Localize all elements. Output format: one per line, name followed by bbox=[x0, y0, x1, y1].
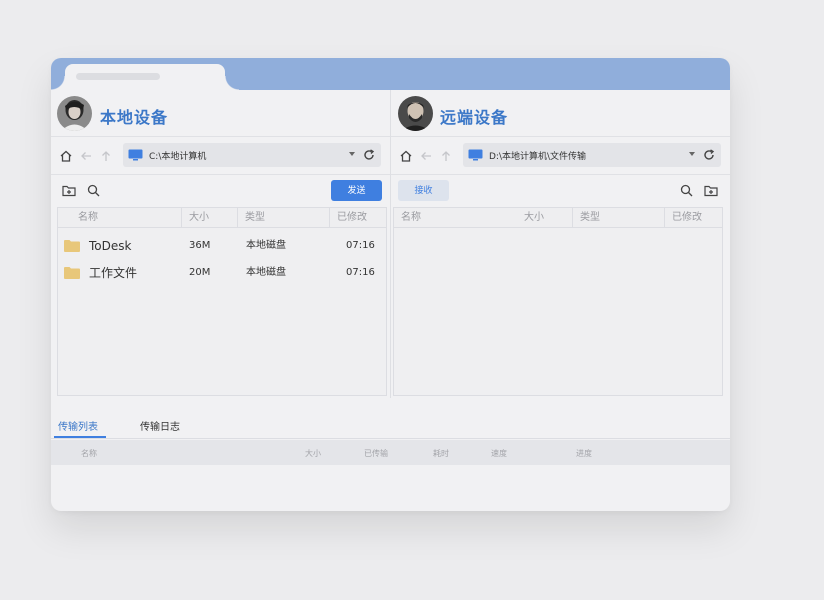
home-icon[interactable] bbox=[399, 149, 413, 163]
remote-device-pane: 远端设备 D:\本地计算机\文件传输 接收 名称 大小 类型 已修改 bbox=[390, 90, 730, 398]
file-name: 工作文件 bbox=[89, 266, 138, 280]
local-user-avatar bbox=[57, 96, 92, 131]
search-icon[interactable] bbox=[87, 184, 100, 197]
window-tab[interactable] bbox=[51, 64, 239, 90]
chevron-down-icon[interactable] bbox=[689, 152, 695, 156]
computer-icon bbox=[468, 149, 483, 161]
column-header-progress[interactable]: 进度 bbox=[576, 448, 592, 459]
tab-transfer-list[interactable]: 传输列表 bbox=[58, 418, 98, 433]
chevron-down-icon[interactable] bbox=[349, 152, 355, 156]
local-pane-title: 本地设备 bbox=[100, 108, 169, 127]
local-nav-bar: C:\本地计算机 bbox=[51, 138, 390, 175]
file-modified: 07:16 bbox=[346, 267, 375, 278]
column-header-type[interactable]: 类型 bbox=[237, 208, 329, 228]
remote-file-table: 名称 大小 类型 已修改 bbox=[393, 207, 723, 396]
up-arrow-icon[interactable] bbox=[99, 149, 113, 163]
column-header-size[interactable]: 大小 bbox=[305, 448, 321, 459]
column-header-modified[interactable]: 已修改 bbox=[329, 208, 388, 228]
home-icon[interactable] bbox=[59, 149, 73, 163]
up-arrow-icon[interactable] bbox=[439, 149, 453, 163]
transfer-tabs: 传输列表 传输日志 bbox=[51, 413, 730, 439]
remote-pane-header: 远端设备 bbox=[391, 90, 730, 137]
local-table-header: 名称 大小 类型 已修改 bbox=[58, 208, 386, 228]
new-folder-icon[interactable] bbox=[62, 184, 76, 197]
remote-table-header: 名称 大小 类型 已修改 bbox=[394, 208, 722, 228]
column-header-size[interactable]: 大小 bbox=[516, 208, 572, 228]
table-row[interactable]: 工作文件 20M 本地磁盘 07:16 bbox=[58, 260, 386, 286]
tab-title-placeholder bbox=[76, 73, 160, 80]
column-header-name[interactable]: 名称 bbox=[71, 208, 181, 228]
remote-toolbar: 接收 bbox=[391, 176, 730, 206]
column-header-transferred[interactable]: 已传输 bbox=[364, 448, 388, 459]
titlebar bbox=[51, 58, 730, 90]
new-folder-icon[interactable] bbox=[704, 184, 718, 197]
send-button[interactable]: 发送 bbox=[331, 180, 382, 201]
file-type: 本地磁盘 bbox=[246, 267, 286, 278]
local-path-text: C:\本地计算机 bbox=[149, 152, 207, 162]
refresh-icon[interactable] bbox=[362, 148, 376, 162]
local-pane-header: 本地设备 bbox=[51, 90, 390, 137]
column-header-name[interactable]: 名称 bbox=[81, 448, 97, 459]
folder-icon bbox=[64, 240, 80, 252]
refresh-icon[interactable] bbox=[702, 148, 716, 162]
column-header-name[interactable]: 名称 bbox=[394, 208, 516, 228]
active-tab-indicator bbox=[54, 436, 106, 438]
search-icon[interactable] bbox=[680, 184, 693, 197]
transfer-table-header: 名称 大小 已传输 耗时 速度 进度 bbox=[51, 440, 730, 465]
column-header-type[interactable]: 类型 bbox=[572, 208, 664, 228]
file-size: 36M bbox=[189, 240, 211, 251]
table-row[interactable]: ToDesk 36M 本地磁盘 07:16 bbox=[58, 233, 386, 259]
back-arrow-icon[interactable] bbox=[79, 149, 93, 163]
tab-transfer-log[interactable]: 传输日志 bbox=[140, 418, 180, 433]
computer-icon bbox=[128, 149, 143, 161]
remote-user-avatar bbox=[398, 96, 433, 131]
file-size: 20M bbox=[189, 267, 211, 278]
remote-nav-bar: D:\本地计算机\文件传输 bbox=[391, 138, 730, 175]
column-header-speed[interactable]: 速度 bbox=[491, 448, 507, 459]
receive-button[interactable]: 接收 bbox=[398, 180, 449, 201]
file-type: 本地磁盘 bbox=[246, 240, 286, 251]
folder-icon bbox=[64, 267, 80, 279]
file-name: ToDesk bbox=[89, 239, 132, 253]
file-transfer-window: 本地设备 C:\本地计算机 发送 名称 大小 类型 已修改 ToDesk 36M… bbox=[51, 58, 730, 511]
remote-path-selector[interactable]: D:\本地计算机\文件传输 bbox=[463, 143, 721, 167]
column-header-modified[interactable]: 已修改 bbox=[664, 208, 724, 228]
column-header-elapsed[interactable]: 耗时 bbox=[433, 448, 449, 459]
back-arrow-icon[interactable] bbox=[419, 149, 433, 163]
local-file-table: 名称 大小 类型 已修改 ToDesk 36M 本地磁盘 07:16 工作文件 bbox=[57, 207, 387, 396]
local-path-selector[interactable]: C:\本地计算机 bbox=[123, 143, 381, 167]
local-toolbar: 发送 bbox=[51, 176, 390, 206]
column-header-size[interactable]: 大小 bbox=[181, 208, 237, 228]
local-device-pane: 本地设备 C:\本地计算机 发送 名称 大小 类型 已修改 ToDesk 36M… bbox=[51, 90, 390, 398]
remote-pane-title: 远端设备 bbox=[440, 108, 509, 127]
file-modified: 07:16 bbox=[346, 240, 375, 251]
remote-path-text: D:\本地计算机\文件传输 bbox=[489, 152, 587, 162]
